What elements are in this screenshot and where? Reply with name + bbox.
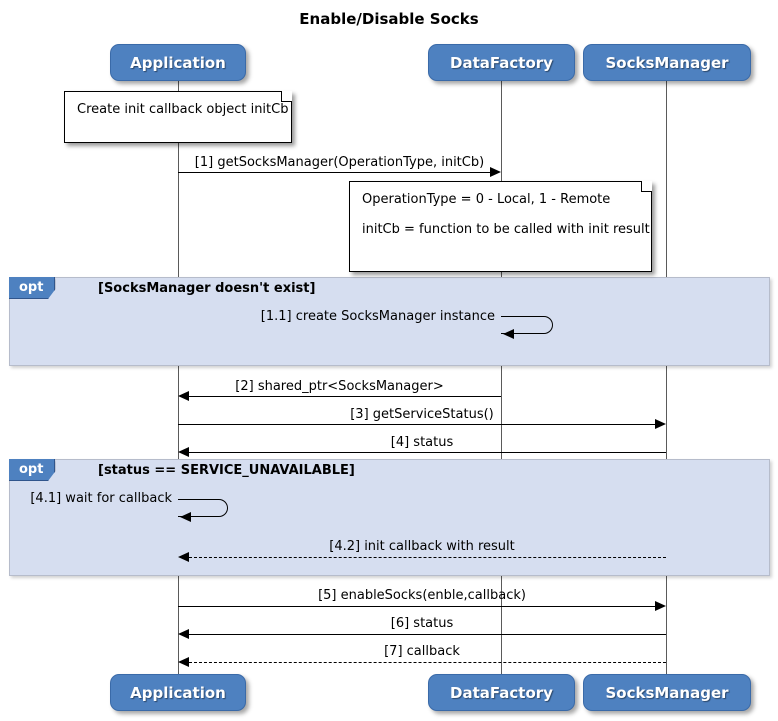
lifeline-socksmanager (666, 81, 667, 676)
fragment-operator-badge-1: opt (9, 277, 56, 299)
participant-application-top[interactable]: Application (110, 44, 246, 81)
participant-label-socksmanager-top: SocksManager (605, 53, 729, 72)
message-line-m4 (189, 452, 666, 453)
message-line-m2 (189, 396, 501, 397)
note-fold-corner-icon (281, 91, 292, 102)
note-init-callback-line-1: Create init callback object initCb (77, 102, 289, 117)
note-init-callback: Create init callback object initCb (64, 91, 292, 143)
message-line-m1 (178, 172, 490, 173)
message-label-m7: [7] callback (384, 644, 460, 659)
note-spacer (362, 209, 639, 221)
message-arrowhead-m1 (490, 167, 501, 177)
participant-label-datafactory-top: DataFactory (450, 53, 553, 72)
participant-label-socksmanager-bottom: SocksManager (605, 683, 729, 702)
fragment-guard-1: [SocksManager doesn't exist] (98, 281, 316, 296)
message-arrowhead-m6 (178, 629, 189, 639)
message-label-m4_2: [4.2] init callback with result (329, 539, 515, 554)
message-arrowhead-m1_1 (503, 329, 514, 339)
note-operation-type-line-1: OperationType = 0 - Local, 1 - Remote (362, 192, 611, 207)
message-label-m2: [2] shared_ptr<SocksManager> (235, 379, 444, 394)
message-arrowhead-m2 (178, 391, 189, 401)
message-arrowhead-m4_2 (178, 552, 189, 562)
message-line-m5 (178, 606, 655, 607)
lifeline-datafactory (501, 81, 502, 676)
message-line-m6 (189, 634, 666, 635)
participant-socksmanager-bottom[interactable]: SocksManager (583, 674, 751, 711)
fragment-operator-badge-2: opt (9, 459, 56, 481)
fragment-operator-label-1: opt (19, 280, 44, 295)
message-label-m1_1: [1.1] create SocksManager instance (260, 309, 495, 324)
fragment-guard-2: [status == SERVICE_UNAVAILABLE] (98, 463, 355, 478)
participant-socksmanager-top[interactable]: SocksManager (583, 44, 751, 81)
participant-datafactory-top[interactable]: DataFactory (428, 44, 575, 81)
message-label-m1: [1] getSocksManager(OperationType, initC… (194, 155, 485, 170)
sequence-diagram-canvas: Enable/Disable Socks opt [SocksManager d… (0, 0, 778, 721)
note-operation-type: OperationType = 0 - Local, 1 - Remote in… (349, 181, 652, 272)
participant-label-application-top: Application (130, 53, 226, 72)
note-operation-type-line-2: initCb = function to be called with init… (362, 221, 650, 237)
message-line-m3 (178, 424, 655, 425)
diagram-title: Enable/Disable Socks (299, 10, 479, 28)
message-line-m7 (189, 662, 666, 663)
fragment-operator-label-2: opt (19, 462, 44, 477)
message-label-m4: [4] status (390, 435, 454, 450)
participant-datafactory-bottom[interactable]: DataFactory (428, 674, 575, 711)
participant-label-application-bottom: Application (130, 683, 226, 702)
message-arrowhead-m5 (655, 601, 666, 611)
participant-application-bottom[interactable]: Application (110, 674, 246, 711)
message-label-m6: [6] status (390, 616, 454, 631)
participant-label-datafactory-bottom: DataFactory (450, 683, 553, 702)
message-line-m4_2 (189, 557, 666, 558)
message-label-m4_1: [4.1] wait for callback (30, 491, 172, 506)
message-label-m3: [3] getServiceStatus() (350, 407, 494, 422)
message-arrowhead-m4_1 (180, 512, 191, 522)
note-fold-corner-icon-2 (641, 181, 652, 192)
message-arrowhead-m7 (178, 657, 189, 667)
message-arrowhead-m3 (655, 419, 666, 429)
message-arrowhead-m4 (178, 447, 189, 457)
message-label-m5: [5] enableSocks(enble,callback) (318, 588, 526, 603)
